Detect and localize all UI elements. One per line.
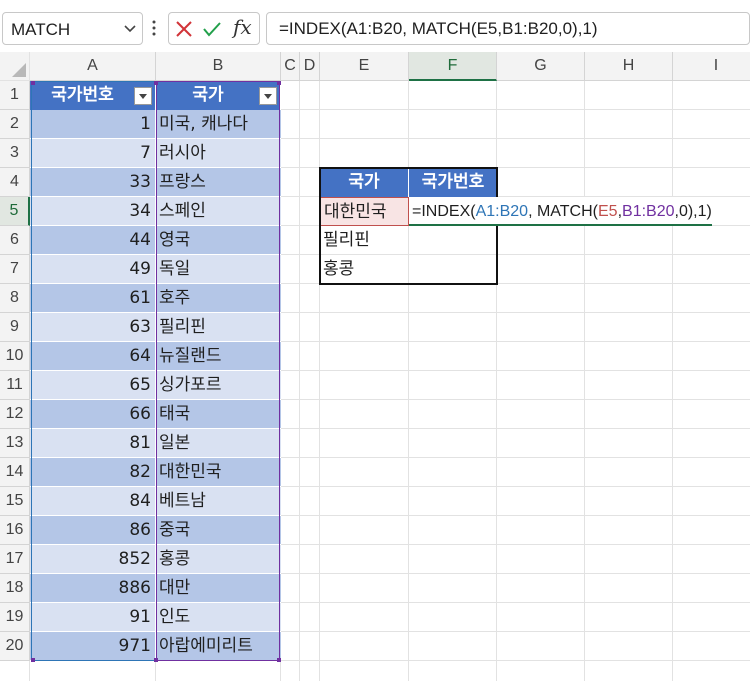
row-header-8[interactable]: 8 bbox=[0, 284, 30, 313]
row-header-7[interactable]: 7 bbox=[0, 255, 30, 284]
row-header-14[interactable]: 14 bbox=[0, 458, 30, 487]
formula-text: =INDEX(A1:B20, MATCH(E5,B1:B20,0),1) bbox=[279, 19, 598, 38]
range-handle[interactable] bbox=[31, 81, 35, 85]
row-header-3[interactable]: 3 bbox=[0, 139, 30, 168]
cancel-icon[interactable] bbox=[175, 20, 193, 38]
row-header-13[interactable]: 13 bbox=[0, 429, 30, 458]
column-header-a[interactable]: A bbox=[30, 52, 156, 81]
lookup-table-border bbox=[319, 167, 498, 285]
insert-function-icon[interactable]: fx bbox=[233, 15, 252, 39]
row-header-16[interactable]: 16 bbox=[0, 516, 30, 545]
row-header-1[interactable]: 1 bbox=[0, 81, 30, 110]
row-header-9[interactable]: 9 bbox=[0, 313, 30, 342]
column-header-d[interactable]: D bbox=[300, 52, 320, 81]
formula-input[interactable]: =INDEX(A1:B20, MATCH(E5,B1:B20,0),1) bbox=[266, 12, 750, 45]
gridline-vertical bbox=[299, 52, 300, 681]
gridline-vertical bbox=[496, 52, 497, 681]
column-header-b[interactable]: B bbox=[156, 52, 281, 81]
column-header-h[interactable]: H bbox=[585, 52, 673, 81]
formula-segment: =INDEX( bbox=[412, 203, 476, 220]
formula-reference: B1:B20 bbox=[622, 203, 675, 220]
enter-check-icon[interactable] bbox=[202, 20, 222, 38]
column-header-e[interactable]: E bbox=[320, 52, 409, 81]
row-header-12[interactable]: 12 bbox=[0, 400, 30, 429]
row-header-2[interactable]: 2 bbox=[0, 110, 30, 139]
range-handle[interactable] bbox=[277, 81, 281, 85]
column-header-i[interactable]: I bbox=[673, 52, 750, 81]
spreadsheet-grid[interactable]: A B C D E F G H I 1 2 3 4 5 6 7 8 9 10 11 12 13 14 15 16 17 18 19 20… bbox=[0, 52, 750, 681]
row-header-11[interactable]: 11 bbox=[0, 371, 30, 400]
editing-cell-f5[interactable]: =INDEX(A1:B20, MATCH(E5,B1:B20,0),1) bbox=[409, 197, 712, 226]
row-header-10[interactable]: 10 bbox=[0, 342, 30, 371]
range-handle[interactable] bbox=[277, 658, 281, 662]
chevron-down-icon[interactable] bbox=[122, 19, 138, 37]
more-options-icon[interactable] bbox=[151, 18, 157, 38]
range-handle[interactable] bbox=[154, 658, 158, 662]
gridline-vertical bbox=[584, 52, 585, 681]
row-header-17[interactable]: 17 bbox=[0, 545, 30, 574]
range-handle[interactable] bbox=[154, 81, 158, 85]
range-highlight-b1-b20 bbox=[156, 81, 280, 661]
row-header-18[interactable]: 18 bbox=[0, 574, 30, 603]
name-box-value: MATCH bbox=[11, 20, 71, 39]
formula-segment: ,0),1) bbox=[674, 203, 712, 220]
gridline-vertical bbox=[319, 52, 320, 681]
column-header-c[interactable]: C bbox=[281, 52, 300, 81]
formula-reference: A1:B20 bbox=[475, 203, 529, 220]
range-handle[interactable] bbox=[31, 658, 35, 662]
select-all-corner[interactable] bbox=[0, 52, 30, 81]
formula-segment: , MATCH( bbox=[528, 203, 598, 220]
name-box[interactable]: MATCH bbox=[2, 12, 143, 45]
gridline-vertical bbox=[672, 52, 673, 681]
column-header-g[interactable]: G bbox=[497, 52, 585, 81]
row-header-19[interactable]: 19 bbox=[0, 603, 30, 632]
formula-buttons: fx bbox=[168, 12, 260, 45]
row-header-4[interactable]: 4 bbox=[0, 168, 30, 197]
column-header-f[interactable]: F bbox=[409, 52, 497, 81]
row-header-5[interactable]: 5 bbox=[0, 197, 30, 226]
select-all-triangle-icon bbox=[12, 63, 26, 77]
row-header-15[interactable]: 15 bbox=[0, 487, 30, 516]
formula-reference: E5 bbox=[597, 203, 618, 220]
formula-bar: MATCH fx =INDEX(A1:B20, MATCH(E5,B1:B20,… bbox=[0, 0, 750, 52]
row-header-20[interactable]: 20 bbox=[0, 632, 30, 661]
gridline-vertical bbox=[408, 52, 409, 681]
row-header-6[interactable]: 6 bbox=[0, 226, 30, 255]
